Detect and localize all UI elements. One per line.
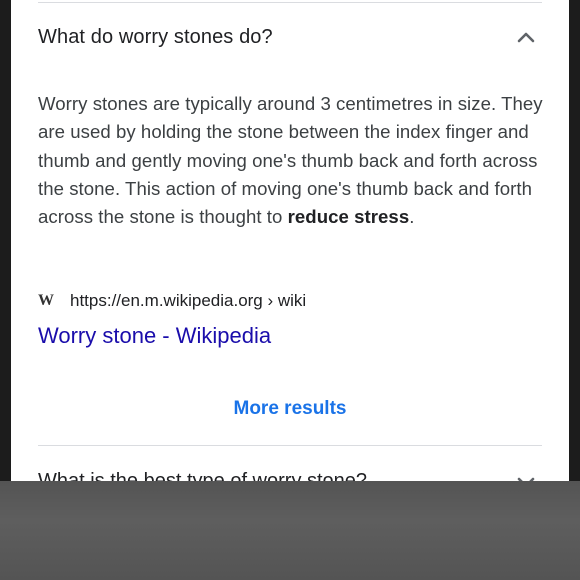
result-link[interactable]: Worry stone - Wikipedia — [38, 323, 271, 349]
next-faq-question[interactable]: What is the best type of worry stone? — [38, 470, 367, 481]
divider — [38, 445, 542, 446]
next-faq-row[interactable]: What is the best type of worry stone? — [11, 455, 569, 481]
chevron-down-icon[interactable] — [517, 473, 535, 481]
source-line: W https://en.m.wikipedia.org › wiki — [38, 290, 306, 312]
divider — [38, 2, 542, 3]
faq-answer: Worry stones are typically around 3 cent… — [38, 90, 543, 231]
gray-overlay — [0, 481, 580, 580]
faq-question[interactable]: What do worry stones do? — [38, 26, 509, 49]
source-url: https://en.m.wikipedia.org › wiki — [70, 291, 307, 310]
wikipedia-icon: W — [38, 292, 54, 309]
answer-end: . — [409, 206, 415, 228]
more-results-button[interactable]: More results — [11, 398, 569, 420]
chevron-up-icon[interactable] — [517, 29, 535, 47]
faq-card: What do worry stones do? Worry stones ar… — [11, 0, 569, 455]
answer-highlight: reduce stress — [287, 206, 410, 228]
